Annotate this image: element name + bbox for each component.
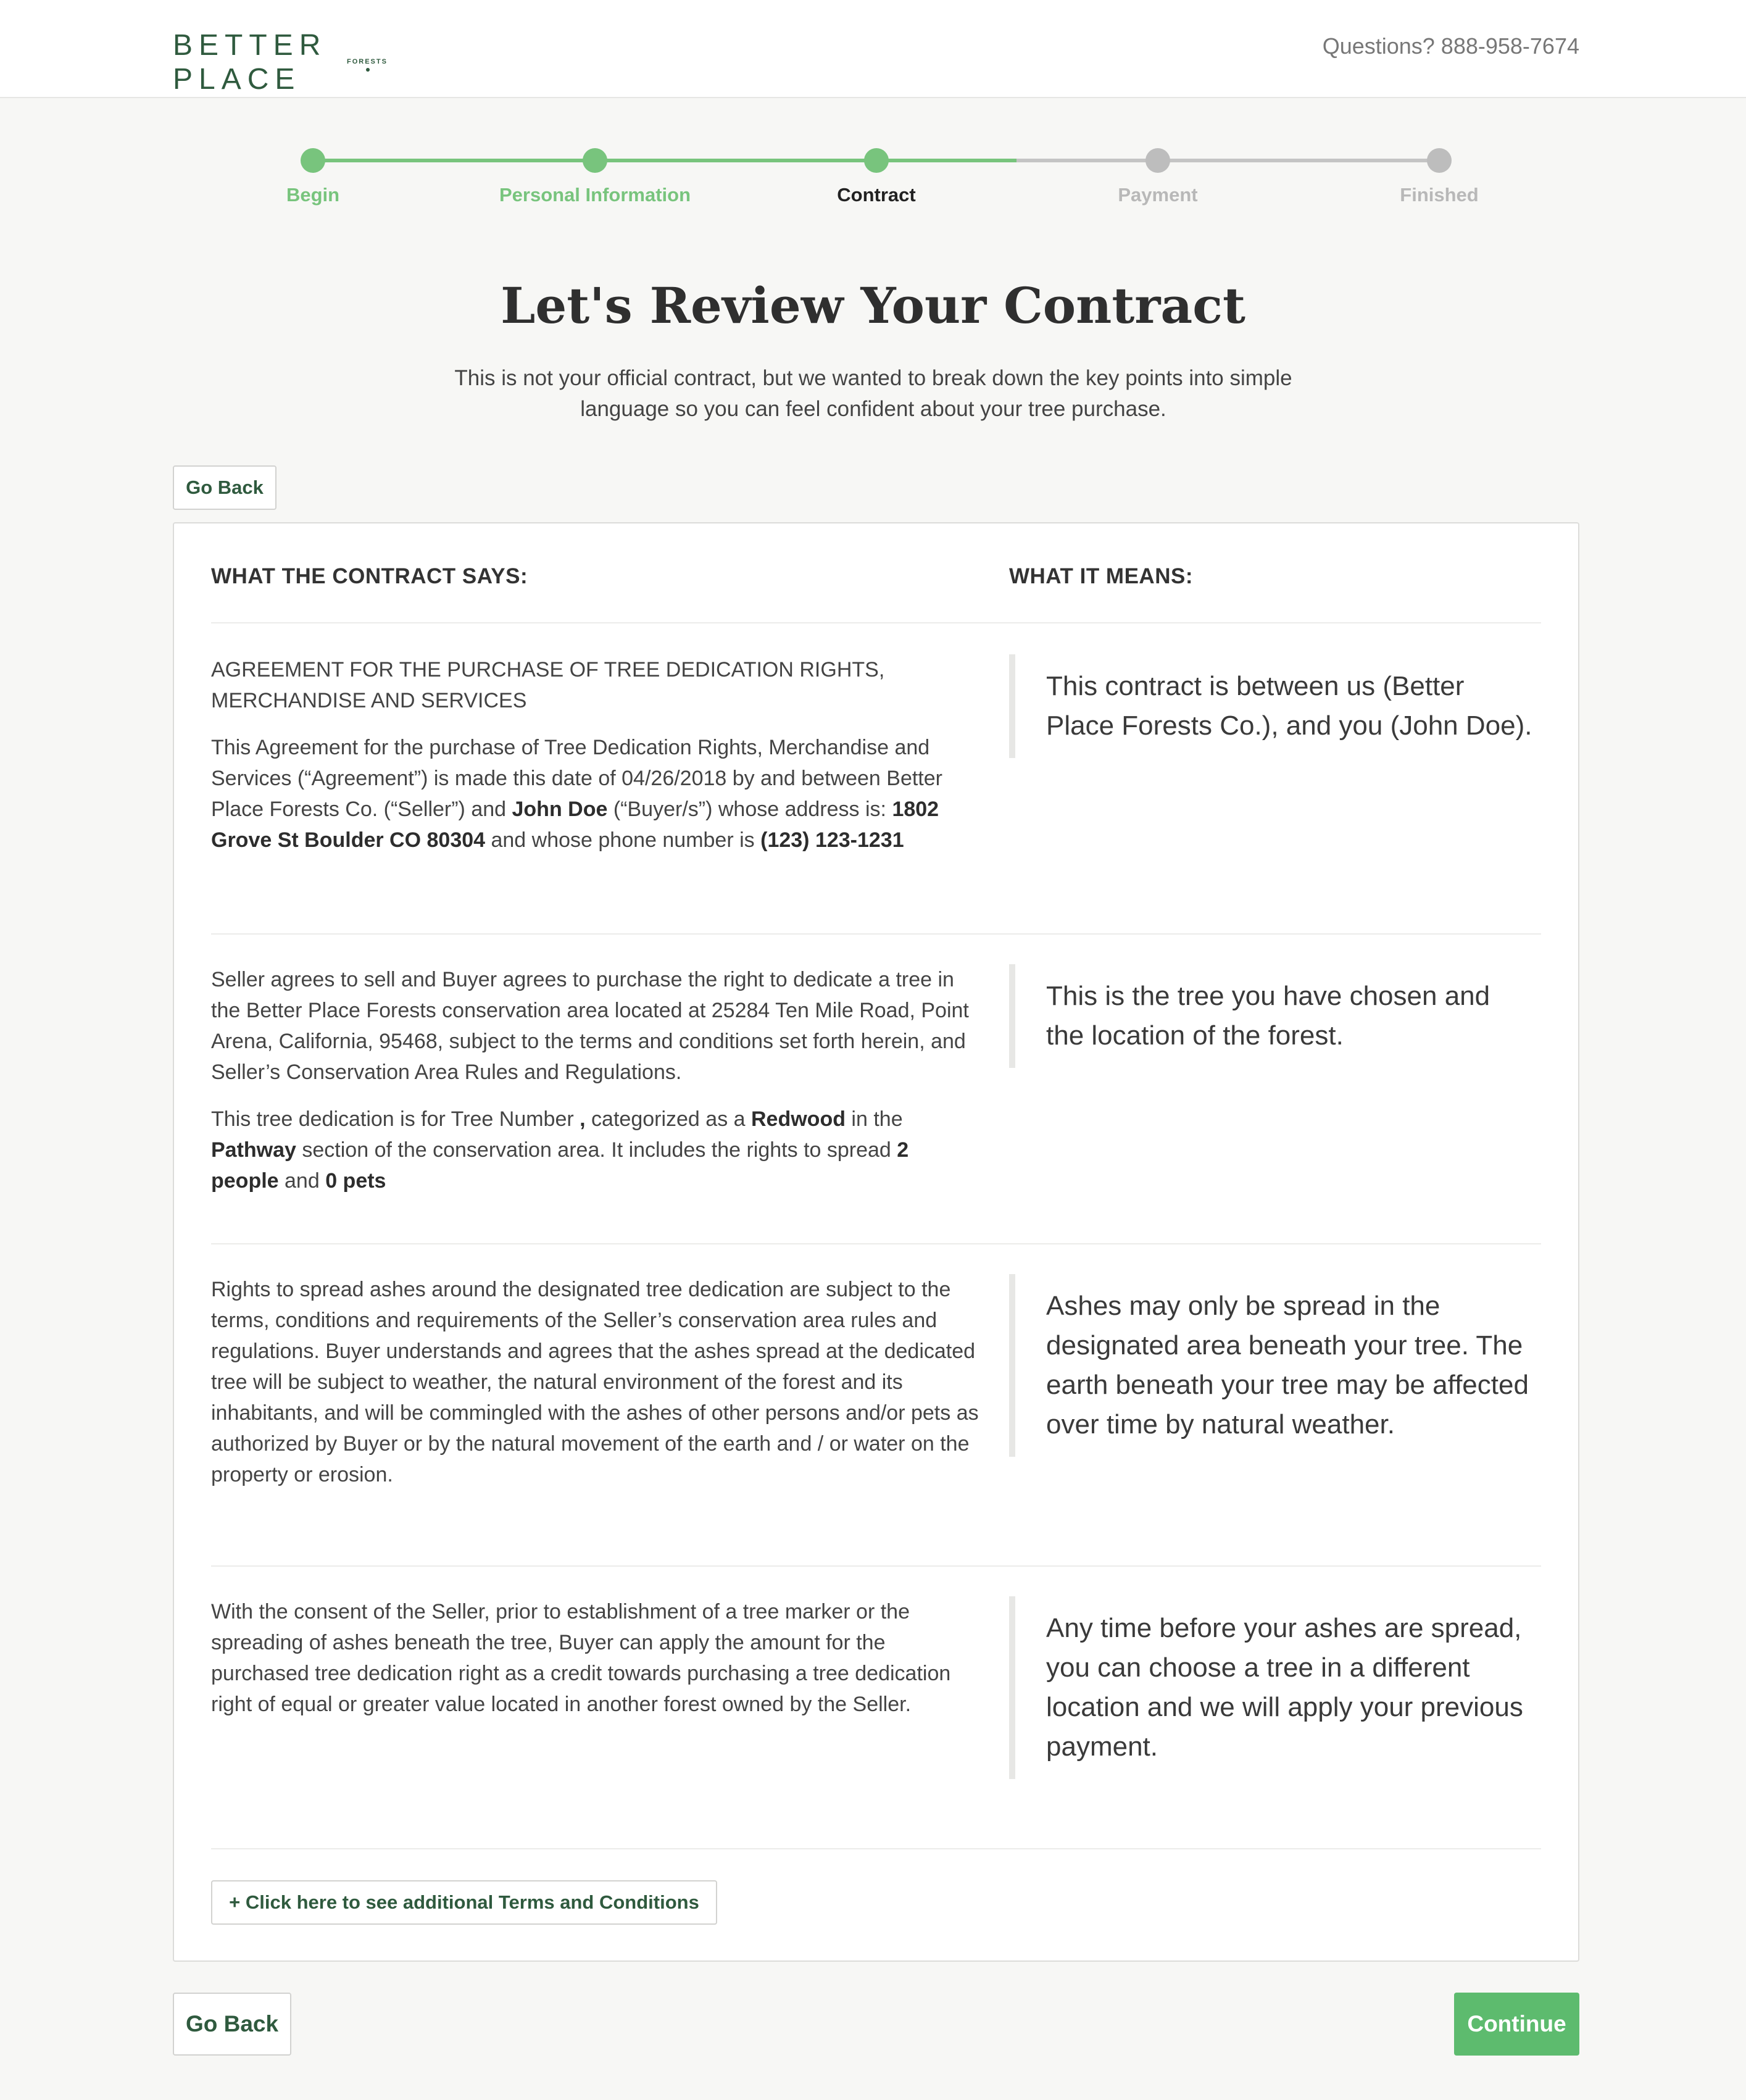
page-title: Let's Review Your Contract bbox=[501, 277, 1245, 335]
progress-bar-done bbox=[313, 159, 1016, 162]
forest-section: Pathway bbox=[211, 1138, 296, 1162]
step-dot-payment bbox=[1145, 148, 1170, 173]
step-label-begin: Begin bbox=[286, 184, 340, 206]
additional-terms-button[interactable]: + Click here to see additional Terms and… bbox=[211, 1880, 717, 1925]
text: and whose phone number is bbox=[485, 828, 761, 852]
plain-language-summary: Any time before your ashes are spread, y… bbox=[1009, 1596, 1534, 1779]
contract-text: With the consent of the Seller, prior to… bbox=[211, 1596, 979, 1736]
step-label-finished: Finished bbox=[1400, 184, 1479, 206]
go-back-button-top[interactable]: Go Back bbox=[173, 465, 276, 510]
plain-language-summary: Ashes may only be spread in the designat… bbox=[1009, 1274, 1534, 1457]
credit-paragraph: With the consent of the Seller, prior to… bbox=[211, 1600, 951, 1716]
logo-subtitle: FORESTS bbox=[347, 58, 388, 65]
text: (“Buyer/s”) whose address is: bbox=[607, 798, 892, 821]
progress-stepper: Begin Personal Information Contract Paym… bbox=[0, 142, 1746, 216]
step-label-personal-information: Personal Information bbox=[499, 184, 691, 206]
contract-text: Seller agrees to sell and Buyer agrees t… bbox=[211, 964, 979, 1212]
logo-wordmark: BETTER PLACE bbox=[173, 29, 327, 96]
divider bbox=[211, 1243, 1541, 1244]
sale-paragraph: Seller agrees to sell and Buyer agrees t… bbox=[211, 968, 969, 1084]
tree-species: Redwood bbox=[751, 1107, 846, 1131]
text: and bbox=[278, 1169, 326, 1193]
divider bbox=[211, 622, 1541, 623]
plain-language-summary: This is the tree you have chosen and the… bbox=[1009, 964, 1534, 1068]
divider bbox=[211, 933, 1541, 935]
buyer-phone: (123) 123-1231 bbox=[760, 828, 904, 852]
step-label-contract: Contract bbox=[837, 184, 916, 206]
step-dot-finished bbox=[1427, 148, 1452, 173]
step-label-payment: Payment bbox=[1118, 184, 1198, 206]
step-dot-contract bbox=[864, 148, 889, 173]
text: section of the conservation area. It inc… bbox=[296, 1138, 897, 1162]
tree-details-paragraph: This tree dedication is for Tree Number … bbox=[211, 1104, 979, 1196]
help-phone[interactable]: Questions? 888-958-7674 bbox=[1323, 33, 1579, 59]
site-header: BETTER PLACE FORESTS Questions? 888-958-… bbox=[0, 0, 1746, 98]
text: in the bbox=[845, 1107, 903, 1131]
page-intro: This is not your official contract, but … bbox=[454, 366, 1292, 421]
contract-text: AGREEMENT FOR THE PURCHASE OF TREE DEDIC… bbox=[211, 654, 979, 872]
continue-button[interactable]: Continue bbox=[1454, 1993, 1579, 2056]
step-dot-begin bbox=[301, 148, 325, 173]
plain-language-summary: This contract is between us (Better Plac… bbox=[1009, 654, 1534, 758]
logo-mark-icon bbox=[366, 68, 370, 72]
divider bbox=[211, 1848, 1541, 1849]
text: This tree dedication is for Tree Number bbox=[211, 1107, 580, 1131]
logo[interactable]: BETTER PLACE FORESTS bbox=[173, 28, 432, 96]
buyer-name: John Doe bbox=[512, 798, 608, 821]
progress-bar-todo bbox=[1016, 159, 1438, 162]
divider bbox=[211, 1565, 1541, 1567]
tree-number: , bbox=[580, 1107, 586, 1131]
contract-says-heading: WHAT THE CONTRACT SAYS: bbox=[211, 564, 528, 588]
step-dot-personal-information bbox=[583, 148, 607, 173]
ashes-paragraph: Rights to spread ashes around the design… bbox=[211, 1278, 979, 1486]
text: categorized as a bbox=[585, 1107, 751, 1131]
contract-text: Rights to spread ashes around the design… bbox=[211, 1274, 979, 1506]
agreement-heading: AGREEMENT FOR THE PURCHASE OF TREE DEDIC… bbox=[211, 658, 885, 712]
what-it-means-heading: WHAT IT MEANS: bbox=[1009, 564, 1193, 588]
agreement-paragraph: This Agreement for the purchase of Tree … bbox=[211, 732, 979, 856]
go-back-button-bottom[interactable]: Go Back bbox=[173, 1993, 291, 2056]
pets-count: 0 pets bbox=[325, 1169, 386, 1193]
contract-review-card: WHAT THE CONTRACT SAYS: WHAT IT MEANS: A… bbox=[173, 522, 1579, 1962]
